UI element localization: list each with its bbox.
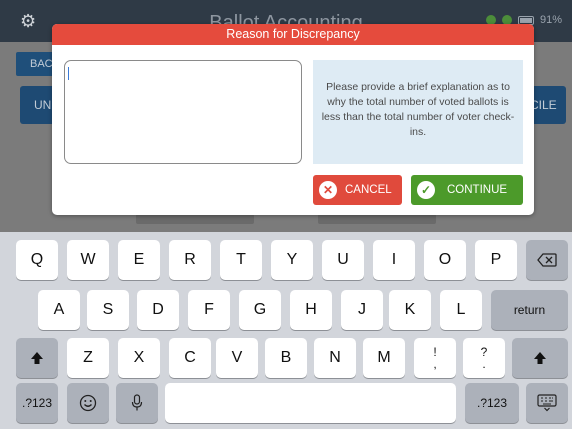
instruction-text: Please provide a brief explanation as to…: [313, 60, 523, 164]
key-f[interactable]: F: [188, 290, 230, 330]
shift-icon: [534, 352, 546, 364]
background-button-left: [136, 214, 254, 224]
microphone-key[interactable]: [116, 383, 158, 423]
key-b[interactable]: B: [265, 338, 307, 378]
key-e[interactable]: E: [118, 240, 160, 280]
on-screen-keyboard: Q W E R T Y U I O P A S D F G H J K L re…: [0, 232, 572, 429]
key-o[interactable]: O: [424, 240, 466, 280]
shift-key-left[interactable]: [16, 338, 58, 378]
key-period-label: .: [482, 357, 486, 371]
key-s[interactable]: S: [87, 290, 129, 330]
key-p[interactable]: P: [475, 240, 517, 280]
key-n[interactable]: N: [314, 338, 356, 378]
numbers-key-right[interactable]: .?123: [465, 383, 519, 423]
key-comma-label: ,: [433, 357, 437, 371]
battery-level: 91%: [539, 14, 562, 26]
key-a[interactable]: A: [38, 290, 80, 330]
key-z[interactable]: Z: [67, 338, 109, 378]
key-j[interactable]: J: [341, 290, 383, 330]
cancel-label: CANCEL: [345, 184, 392, 196]
key-m[interactable]: M: [363, 338, 405, 378]
shift-icon: [31, 352, 43, 364]
key-u[interactable]: U: [322, 240, 364, 280]
key-d[interactable]: D: [137, 290, 179, 330]
emoji-key[interactable]: [67, 383, 109, 423]
backspace-icon: [537, 253, 557, 267]
key-r[interactable]: R: [169, 240, 211, 280]
key-question-period[interactable]: ? .: [463, 338, 505, 378]
key-k[interactable]: K: [389, 290, 431, 330]
emoji-icon: [79, 394, 97, 412]
shift-key-right[interactable]: [512, 338, 568, 378]
key-g[interactable]: G: [239, 290, 281, 330]
key-exclamation-comma[interactable]: ! ,: [414, 338, 456, 378]
continue-button[interactable]: ✓ CONTINUE: [411, 175, 523, 205]
numbers-key-left[interactable]: .?123: [16, 383, 58, 423]
key-c[interactable]: C: [169, 338, 211, 378]
keyboard-hide-icon: [537, 394, 557, 412]
checkmark-circle-icon: ✓: [417, 181, 435, 199]
key-t[interactable]: T: [220, 240, 262, 280]
background-button-right: [318, 214, 436, 224]
discrepancy-dialog: Reason for Discrepancy Please provide a …: [52, 24, 534, 215]
space-key[interactable]: [165, 383, 456, 423]
hide-keyboard-key[interactable]: [526, 383, 568, 423]
key-y[interactable]: Y: [271, 240, 313, 280]
key-q[interactable]: Q: [16, 240, 58, 280]
dialog-title: Reason for Discrepancy: [52, 24, 534, 45]
key-v[interactable]: V: [216, 338, 258, 378]
key-i[interactable]: I: [373, 240, 415, 280]
cancel-button[interactable]: ✕ CANCEL: [313, 175, 402, 205]
return-key[interactable]: return: [491, 290, 568, 330]
key-l[interactable]: L: [440, 290, 482, 330]
key-w[interactable]: W: [67, 240, 109, 280]
text-cursor: [68, 67, 69, 80]
microphone-icon: [131, 394, 143, 411]
x-circle-icon: ✕: [319, 181, 337, 199]
key-h[interactable]: H: [290, 290, 332, 330]
reason-textarea[interactable]: [64, 60, 302, 164]
backspace-key[interactable]: [526, 240, 568, 280]
continue-label: CONTINUE: [447, 184, 508, 196]
key-x[interactable]: X: [118, 338, 160, 378]
